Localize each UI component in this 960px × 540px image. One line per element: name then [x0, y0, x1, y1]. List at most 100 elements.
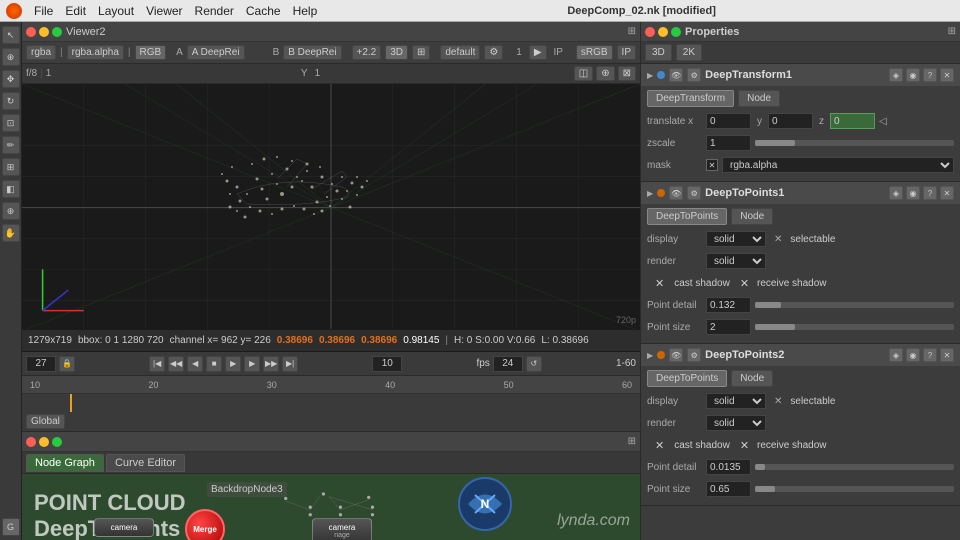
prop-header-dtp1[interactable]: ▶ 👁 ⚙ DeepToPoints1 ◈ ◉ ? ✕ [641, 182, 960, 204]
dtp1-ps-input[interactable] [706, 319, 751, 335]
channel-rgba[interactable]: rgba [26, 45, 56, 60]
playhead[interactable] [70, 394, 72, 412]
dt-zscale-input[interactable] [706, 135, 751, 151]
node-camera-top[interactable]: camera nage [312, 518, 372, 540]
dtp2-ps-slider[interactable] [755, 486, 954, 492]
dtp1-display-dropdown[interactable]: solid [706, 231, 766, 247]
loop-btn[interactable]: ↺ [526, 356, 542, 372]
tab-3d[interactable]: 3D [645, 44, 672, 61]
viewer-option1[interactable]: ◫ [574, 66, 593, 81]
node-merge[interactable]: Merge [185, 509, 225, 540]
tool-zoom[interactable]: ⊕ [2, 202, 20, 220]
playback-play-pause[interactable]: ▶ [529, 45, 547, 60]
ng-minimize-btn[interactable] [39, 437, 49, 447]
dtp1-render-dropdown[interactable]: solid [706, 253, 766, 269]
dtp2-pd-input[interactable] [706, 459, 751, 475]
ng-expand-icon[interactable]: ⊞ [628, 436, 636, 447]
tool-transform[interactable]: ⊕ [2, 48, 20, 66]
prop-header-deeptransform[interactable]: ▶ 👁 ⚙ DeepTransform1 ◈ ◉ ? ✕ [641, 64, 960, 86]
menu-help[interactable]: Help [293, 4, 318, 18]
tool-scale[interactable]: ⊡ [2, 114, 20, 132]
input-b-selector[interactable]: B DeepRei [283, 45, 341, 60]
dt-zscale-slider[interactable] [755, 140, 954, 146]
dtp2-ps-input[interactable] [706, 481, 751, 497]
dtp1-tab2[interactable]: Node [731, 208, 773, 225]
play-forward-btn[interactable]: ▶ [225, 356, 241, 372]
tool-wipe[interactable]: ◧ [2, 180, 20, 198]
channel-rgba-alpha[interactable]: rgba.alpha [67, 45, 124, 60]
goto-end-btn[interactable]: ▶| [282, 356, 298, 372]
dtp2-tab2[interactable]: Node [731, 370, 773, 387]
dtp2-btn4[interactable]: ✕ [940, 348, 954, 362]
dtp1-gear-btn[interactable]: ⚙ [687, 186, 701, 200]
global-dropdown[interactable]: Global [26, 414, 65, 429]
prev-keyframe-btn[interactable]: ◀◀ [168, 356, 184, 372]
dtp2-gear-btn[interactable]: ⚙ [687, 348, 701, 362]
tool-rotate[interactable]: ↻ [2, 92, 20, 110]
frames-input[interactable]: 10 [372, 356, 402, 372]
menu-edit[interactable]: Edit [65, 4, 86, 18]
dtp1-pd-input[interactable] [706, 297, 751, 313]
fps-input[interactable]: 24 [493, 356, 523, 372]
tool-g[interactable]: G [2, 518, 20, 536]
tab-2k[interactable]: 2K [676, 44, 702, 61]
view-3d[interactable]: 3D [385, 45, 408, 60]
close-btn[interactable] [26, 27, 36, 37]
dtp2-btn1[interactable]: ◈ [889, 348, 903, 362]
menu-cache[interactable]: Cache [246, 4, 281, 18]
step-forward-btn[interactable]: ▶ [244, 356, 260, 372]
dt-tab1[interactable]: DeepTransform [647, 90, 734, 107]
dt-tab2[interactable]: Node [738, 90, 780, 107]
dt-eye-btn[interactable]: 👁 [669, 68, 683, 82]
viewer-expand-icon[interactable]: ⊞ [628, 26, 636, 37]
viewer-canvas[interactable]: 720p [22, 84, 640, 329]
dt-z-input[interactable] [830, 113, 875, 129]
tool-select[interactable]: ↖ [2, 26, 20, 44]
lock-btn[interactable]: 🔒 [59, 356, 75, 372]
dt-anim-btn[interactable]: ◁ [879, 116, 887, 127]
ng-maximize-btn[interactable] [52, 437, 62, 447]
settings-btn[interactable]: ⚙ [484, 45, 503, 60]
ng-close-btn[interactable] [26, 437, 36, 447]
node-graph-canvas[interactable]: POINT CLOUD DeepToPoints BackdropNode3 [22, 474, 640, 540]
menu-layout[interactable]: Layout [98, 4, 134, 18]
stop-btn[interactable]: ■ [206, 356, 222, 372]
menu-render[interactable]: Render [195, 4, 234, 18]
minimize-btn[interactable] [39, 27, 49, 37]
dtp2-eye-btn[interactable]: 👁 [669, 348, 683, 362]
resolution-selector[interactable]: default [440, 45, 480, 60]
tool-crop[interactable]: ⊞ [2, 158, 20, 176]
dtp2-btn3[interactable]: ? [923, 348, 937, 362]
dtp2-display-dropdown[interactable]: solid [706, 393, 766, 409]
ip-btn[interactable]: IP [617, 45, 636, 60]
viewer-option3[interactable]: ⊠ [618, 66, 636, 81]
tool-pan[interactable]: ✋ [2, 224, 20, 242]
dt-mask-checkbox[interactable] [706, 159, 718, 171]
zoom-level[interactable]: +2.2 [352, 45, 382, 60]
goto-start-btn[interactable]: |◀ [149, 356, 165, 372]
dt-x-input[interactable] [706, 113, 751, 129]
current-frame-input[interactable]: 27 [26, 356, 56, 372]
dt-btn2[interactable]: ◉ [906, 68, 920, 82]
menu-file[interactable]: File [34, 4, 53, 18]
properties-expand[interactable]: ⊞ [948, 26, 956, 37]
channel-rgb[interactable]: RGB [135, 45, 167, 60]
dtp2-render-dropdown[interactable]: solid [706, 415, 766, 431]
tool-move[interactable]: ✥ [2, 70, 20, 88]
next-keyframe-btn[interactable]: ▶▶ [263, 356, 279, 372]
dt-btn4[interactable]: ✕ [940, 68, 954, 82]
right-close-btn[interactable] [645, 27, 655, 37]
dt-gear-btn[interactable]: ⚙ [687, 68, 701, 82]
viewer-option2[interactable]: ⊕ [596, 66, 614, 81]
tool-paint[interactable]: ✏ [2, 136, 20, 154]
dtp2-btn2[interactable]: ◉ [906, 348, 920, 362]
dtp1-pd-slider[interactable] [755, 302, 954, 308]
right-minimize-btn[interactable] [658, 27, 668, 37]
dtp1-tab1[interactable]: DeepToPoints [647, 208, 727, 225]
input-a-selector[interactable]: A DeepRei [187, 45, 245, 60]
menu-viewer[interactable]: Viewer [146, 4, 182, 18]
fps-btn[interactable]: f/8 [26, 68, 37, 79]
dtp1-ps-slider[interactable] [755, 324, 954, 330]
timeline-track[interactable] [22, 394, 640, 412]
colorspace-selector[interactable]: sRGB [576, 45, 613, 60]
